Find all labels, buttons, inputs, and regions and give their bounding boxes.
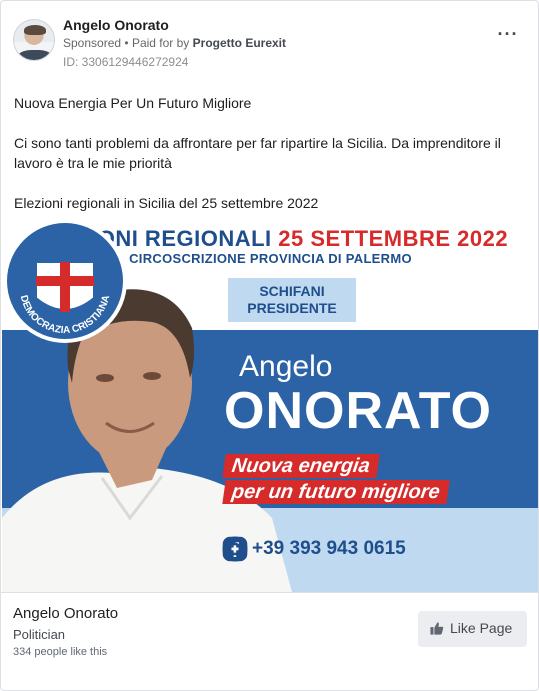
- ad-id: ID: 3306129446272924: [63, 55, 189, 69]
- candidate-last-name: ONORATO: [224, 382, 492, 440]
- more-horizontal-icon: ···: [497, 24, 519, 44]
- dc-logo-label: DC: [434, 258, 460, 278]
- page-avatar[interactable]: [13, 19, 55, 61]
- sponsored-label: Sponsored: [63, 36, 122, 50]
- ad-creative-image[interactable]: ELEZIONI REGIONALI 25 SETTEMBRE 2022 CIR…: [2, 218, 538, 592]
- ad-card: Angelo Onorato Sponsored • Paid for by P…: [0, 0, 539, 691]
- candidate-first-name: Angelo: [239, 350, 333, 383]
- like-page-label: Like Page: [450, 620, 513, 636]
- footer-page-name[interactable]: Angelo Onorato: [13, 605, 118, 622]
- ad-footer: Angelo Onorato Politician 334 people lik…: [1, 592, 538, 690]
- phone-number: +39 393 943 0615: [252, 538, 406, 559]
- thumbs-up-icon: [430, 622, 444, 635]
- post-text: Nuova Energia Per Un Futuro Migliore Ci …: [14, 93, 526, 233]
- post-event: Elezioni regionali in Sicilia del 25 set…: [14, 195, 319, 211]
- more-options-button[interactable]: ···: [496, 24, 520, 45]
- paid-for-label: Paid for by: [131, 36, 190, 50]
- post-header: Angelo Onorato Sponsored • Paid for by P…: [13, 15, 526, 75]
- footer-category: Politician: [13, 627, 66, 642]
- instagram-icon: [222, 536, 248, 562]
- post-headline: Nuova Energia Per Un Futuro Migliore: [14, 95, 252, 111]
- like-page-button[interactable]: Like Page: [418, 611, 527, 647]
- post-paragraph: Ci sono tanti problemi da affrontare per…: [14, 135, 501, 171]
- sponsored-meta: Sponsored • Paid for by Progetto Eurexit: [63, 36, 287, 50]
- slogan: Nuova energia per un futuro migliore: [222, 454, 450, 506]
- schifani-box: SCHIFANI PRESIDENTE: [228, 278, 356, 322]
- footer-like-count: 334 people like this: [13, 646, 108, 658]
- dc-party-logo: DEMOCRAZIA CRISTIANA: [3, 219, 127, 343]
- paid-by-name: Progetto Eurexit: [192, 36, 287, 50]
- page-name-link[interactable]: Angelo Onorato: [63, 17, 169, 33]
